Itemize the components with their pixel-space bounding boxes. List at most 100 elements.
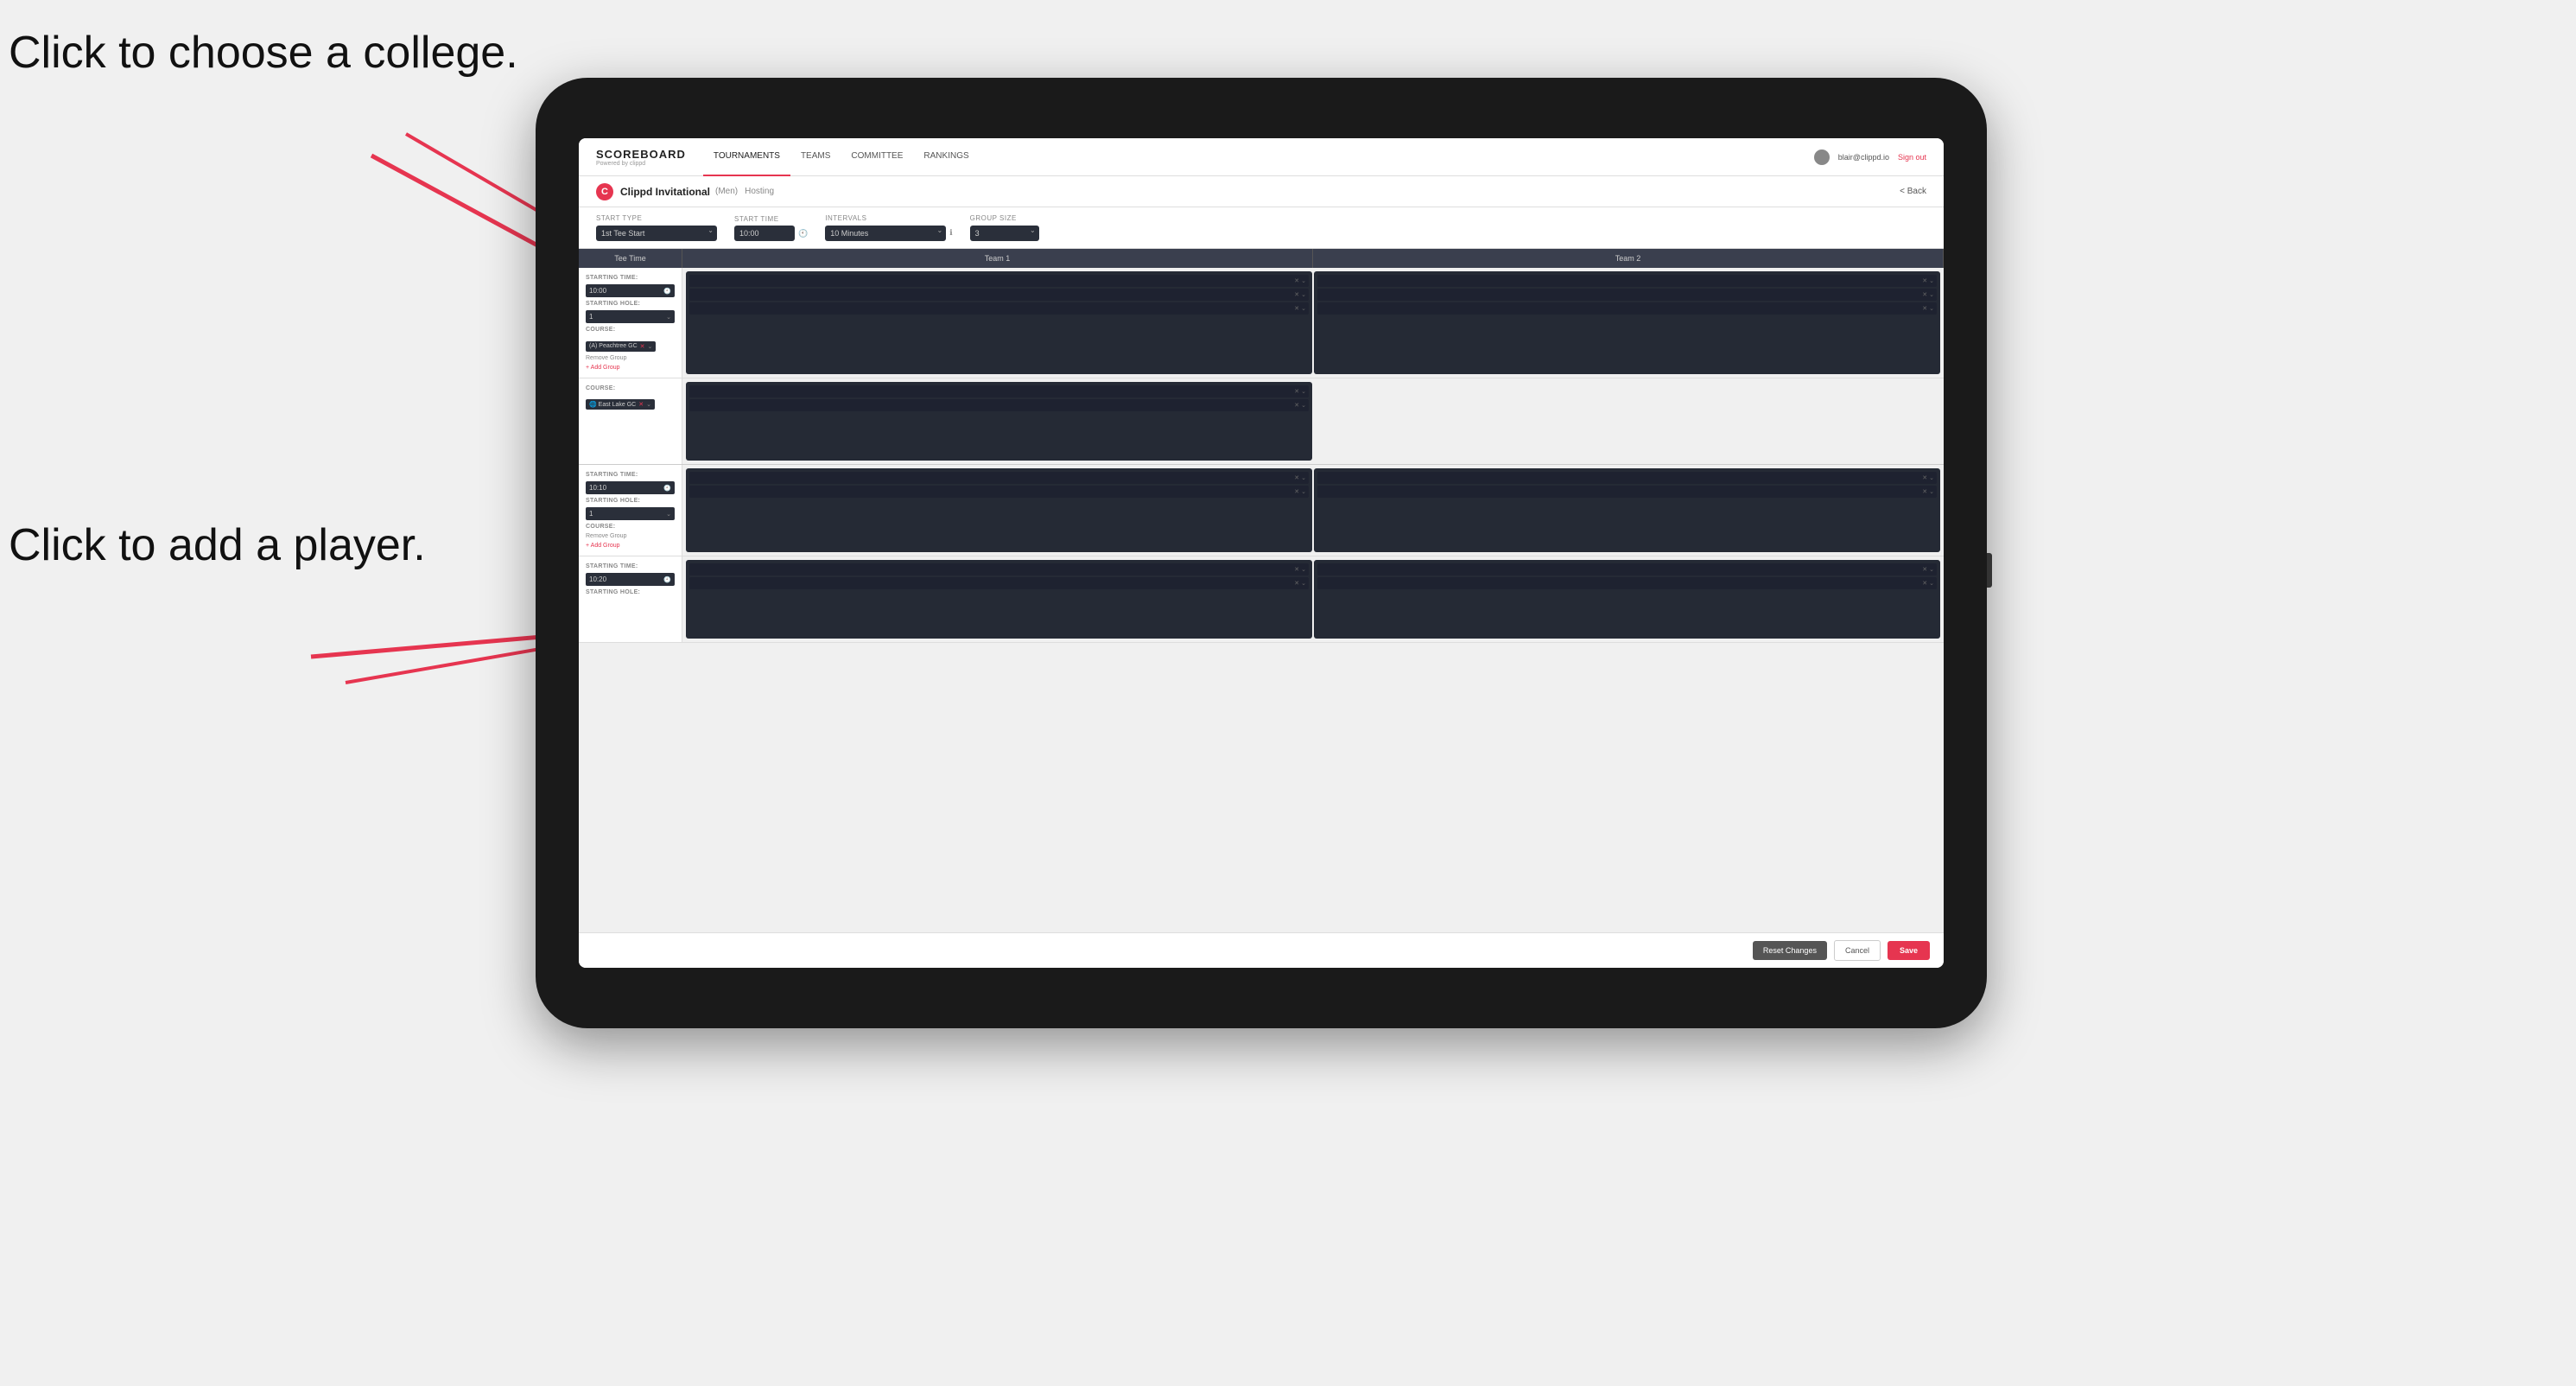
player-row-1-2[interactable]: ✕ ⌄	[689, 289, 1309, 301]
remove-group-1[interactable]: Remove Group	[586, 355, 675, 361]
player-chevron-icon: ⌄	[1301, 305, 1306, 312]
team1-slot-2: ✕ ⌄ ✕ ⌄	[686, 468, 1312, 552]
nav-committee[interactable]: COMMITTEE	[841, 138, 913, 176]
starting-time-label-1: STARTING TIME:	[586, 275, 675, 281]
time-icon-1: 🕙	[663, 288, 671, 295]
starting-hole-label-3: STARTING HOLE:	[586, 589, 675, 595]
time-icon-3: 🕙	[663, 576, 671, 583]
table-header: Tee Time Team 1 Team 2	[579, 249, 1944, 268]
player-row-5-2[interactable]: ✕ ⌄	[689, 577, 1309, 589]
tee-left-1b: COURSE: 🌐 East Lake GC ✕ ⌄	[579, 378, 682, 464]
player-row-6-2[interactable]: ✕ ⌄	[1317, 577, 1937, 589]
team2-slot-2: ✕ ⌄ ✕ ⌄	[1314, 468, 1940, 552]
annotation-player: Click to add a player.	[9, 518, 426, 572]
user-email: blair@clippd.io	[1838, 153, 1889, 162]
tee-left-1: STARTING TIME: 10:00 🕙 STARTING HOLE: 1 …	[579, 268, 682, 378]
start-type-wrapper: 1st Tee Start Shotgun Start	[596, 225, 717, 241]
clock-icon: 🕙	[798, 229, 808, 238]
player-x-icon: ✕	[1294, 305, 1299, 312]
player-row-2-3[interactable]: ✕ ⌄	[1317, 302, 1937, 315]
annotation-player-text: Click to add a player.	[9, 520, 426, 570]
settings-row: Start Type 1st Tee Start Shotgun Start S…	[579, 207, 1944, 249]
reset-button[interactable]: Reset Changes	[1753, 941, 1827, 960]
add-group-2[interactable]: + Add Group	[586, 543, 675, 549]
add-group-1[interactable]: + Add Group	[586, 365, 675, 371]
group-size-wrapper: 3 4 2	[970, 225, 1039, 241]
tee-group-1b: COURSE: 🌐 East Lake GC ✕ ⌄ ✕	[579, 378, 1944, 465]
nav-right: blair@clippd.io Sign out	[1814, 149, 1926, 165]
tee-teams-3: ✕ ⌄ ✕ ⌄ ✕ ⌄	[682, 556, 1944, 642]
player-row-1b-1[interactable]: ✕ ⌄	[689, 385, 1309, 397]
groups-container: STARTING TIME: 10:00 🕙 STARTING HOLE: 1 …	[579, 268, 1944, 932]
player-x-icon: ✕	[1294, 277, 1299, 284]
brand-title: SCOREBOARD	[596, 148, 686, 161]
nav-links: TOURNAMENTS TEAMS COMMITTEE RANKINGS	[703, 138, 980, 176]
starting-time-input-1[interactable]: 10:00 🕙	[586, 284, 675, 297]
team2-slot-1: ✕ ⌄ ✕ ⌄ ✕ ⌄	[1314, 271, 1940, 374]
player-chevron-icon: ⌄	[1301, 291, 1306, 298]
player-row-4-1[interactable]: ✕ ⌄	[1317, 472, 1937, 484]
tee-left-3: STARTING TIME: 10:20 🕙 STARTING HOLE:	[579, 556, 682, 642]
tournament-name: Clippd Invitational	[620, 186, 710, 198]
navbar: SCOREBOARD Powered by clippd TOURNAMENTS…	[579, 138, 1944, 176]
tee-teams-1b: ✕ ⌄ ✕ ⌄	[682, 378, 1944, 464]
player-row-1-1[interactable]: ✕ ⌄	[689, 275, 1309, 287]
team2-slot-3: ✕ ⌄ ✕ ⌄	[1314, 560, 1940, 639]
nav-teams[interactable]: TEAMS	[790, 138, 841, 176]
tee-group-3: STARTING TIME: 10:20 🕙 STARTING HOLE: ✕ …	[579, 556, 1944, 643]
starting-hole-input-2[interactable]: 1 ⌄	[586, 507, 675, 520]
powered-by-text: Powered by clippd	[596, 161, 686, 167]
start-type-select[interactable]: 1st Tee Start Shotgun Start	[596, 226, 717, 241]
player-row-4-2[interactable]: ✕ ⌄	[1317, 486, 1937, 498]
start-time-input[interactable]	[734, 226, 795, 241]
starting-time-label-2: STARTING TIME:	[586, 472, 675, 478]
tee-teams-2: ✕ ⌄ ✕ ⌄ ✕ ⌄	[682, 465, 1944, 556]
course-tag-1b[interactable]: 🌐 East Lake GC ✕ ⌄	[586, 395, 675, 410]
group-size-select[interactable]: 3 4 2	[970, 226, 1039, 241]
tournament-gender: (Men)	[715, 187, 738, 196]
starting-time-label-3: STARTING TIME:	[586, 563, 675, 569]
player-row-3-1[interactable]: ✕ ⌄	[689, 472, 1309, 484]
nav-tournaments[interactable]: TOURNAMENTS	[703, 138, 790, 176]
save-button[interactable]: Save	[1888, 941, 1930, 960]
tee-group-2: STARTING TIME: 10:10 🕙 STARTING HOLE: 1 …	[579, 465, 1944, 556]
intervals-label: Intervals	[825, 214, 952, 222]
intervals-wrapper: 10 Minutes 8 Minutes	[825, 225, 946, 241]
sign-out-link[interactable]: Sign out	[1898, 153, 1926, 162]
starting-time-input-3[interactable]: 10:20 🕙	[586, 573, 675, 586]
team1-slot-1b: ✕ ⌄ ✕ ⌄	[686, 382, 1312, 461]
remove-group-2[interactable]: Remove Group	[586, 533, 675, 539]
player-row-3-2[interactable]: ✕ ⌄	[689, 486, 1309, 498]
starting-hole-input-1[interactable]: 1 ⌄	[586, 310, 675, 323]
player-row-6-1[interactable]: ✕ ⌄	[1317, 563, 1937, 575]
player-row-1-3[interactable]: ✕ ⌄	[689, 302, 1309, 315]
annotation-college-text: Click to choose a college.	[9, 28, 518, 78]
footer: Reset Changes Cancel Save	[579, 932, 1944, 968]
player-row-2-1[interactable]: ✕ ⌄	[1317, 275, 1937, 287]
time-icon-2: 🕙	[663, 485, 671, 492]
team1-slot-3: ✕ ⌄ ✕ ⌄	[686, 560, 1312, 639]
starting-time-input-2[interactable]: 10:10 🕙	[586, 481, 675, 494]
course-label-1: COURSE:	[586, 327, 675, 333]
breadcrumb-bar: C Clippd Invitational (Men) Hosting < Ba…	[579, 176, 1944, 207]
annotation-college: Click to choose a college.	[9, 26, 518, 79]
player-row-2-2[interactable]: ✕ ⌄	[1317, 289, 1937, 301]
player-row-5-1[interactable]: ✕ ⌄	[689, 563, 1309, 575]
start-time-label: Start Time	[734, 215, 808, 223]
start-type-label: Start Type	[596, 214, 717, 222]
cancel-button[interactable]: Cancel	[1834, 940, 1881, 961]
course-label-1b: COURSE:	[586, 385, 675, 391]
th-team1: Team 1	[682, 249, 1313, 268]
start-type-group: Start Type 1st Tee Start Shotgun Start	[596, 214, 717, 241]
player-row-1b-2[interactable]: ✕ ⌄	[689, 399, 1309, 411]
tee-left-2: STARTING TIME: 10:10 🕙 STARTING HOLE: 1 …	[579, 465, 682, 556]
th-team2: Team 2	[1313, 249, 1944, 268]
tablet-frame: SCOREBOARD Powered by clippd TOURNAMENTS…	[536, 78, 1987, 1028]
nav-rankings[interactable]: RANKINGS	[913, 138, 979, 176]
tee-teams-1: ✕ ⌄ ✕ ⌄ ✕ ⌄	[682, 268, 1944, 378]
intervals-select[interactable]: 10 Minutes 8 Minutes	[825, 226, 946, 241]
group-size-label: Group Size	[970, 214, 1039, 222]
tablet-screen: SCOREBOARD Powered by clippd TOURNAMENTS…	[579, 138, 1944, 968]
back-button[interactable]: < Back	[1900, 187, 1926, 196]
course-tag-1[interactable]: (A) Peachtree GC ✕ ⌄	[586, 336, 675, 352]
